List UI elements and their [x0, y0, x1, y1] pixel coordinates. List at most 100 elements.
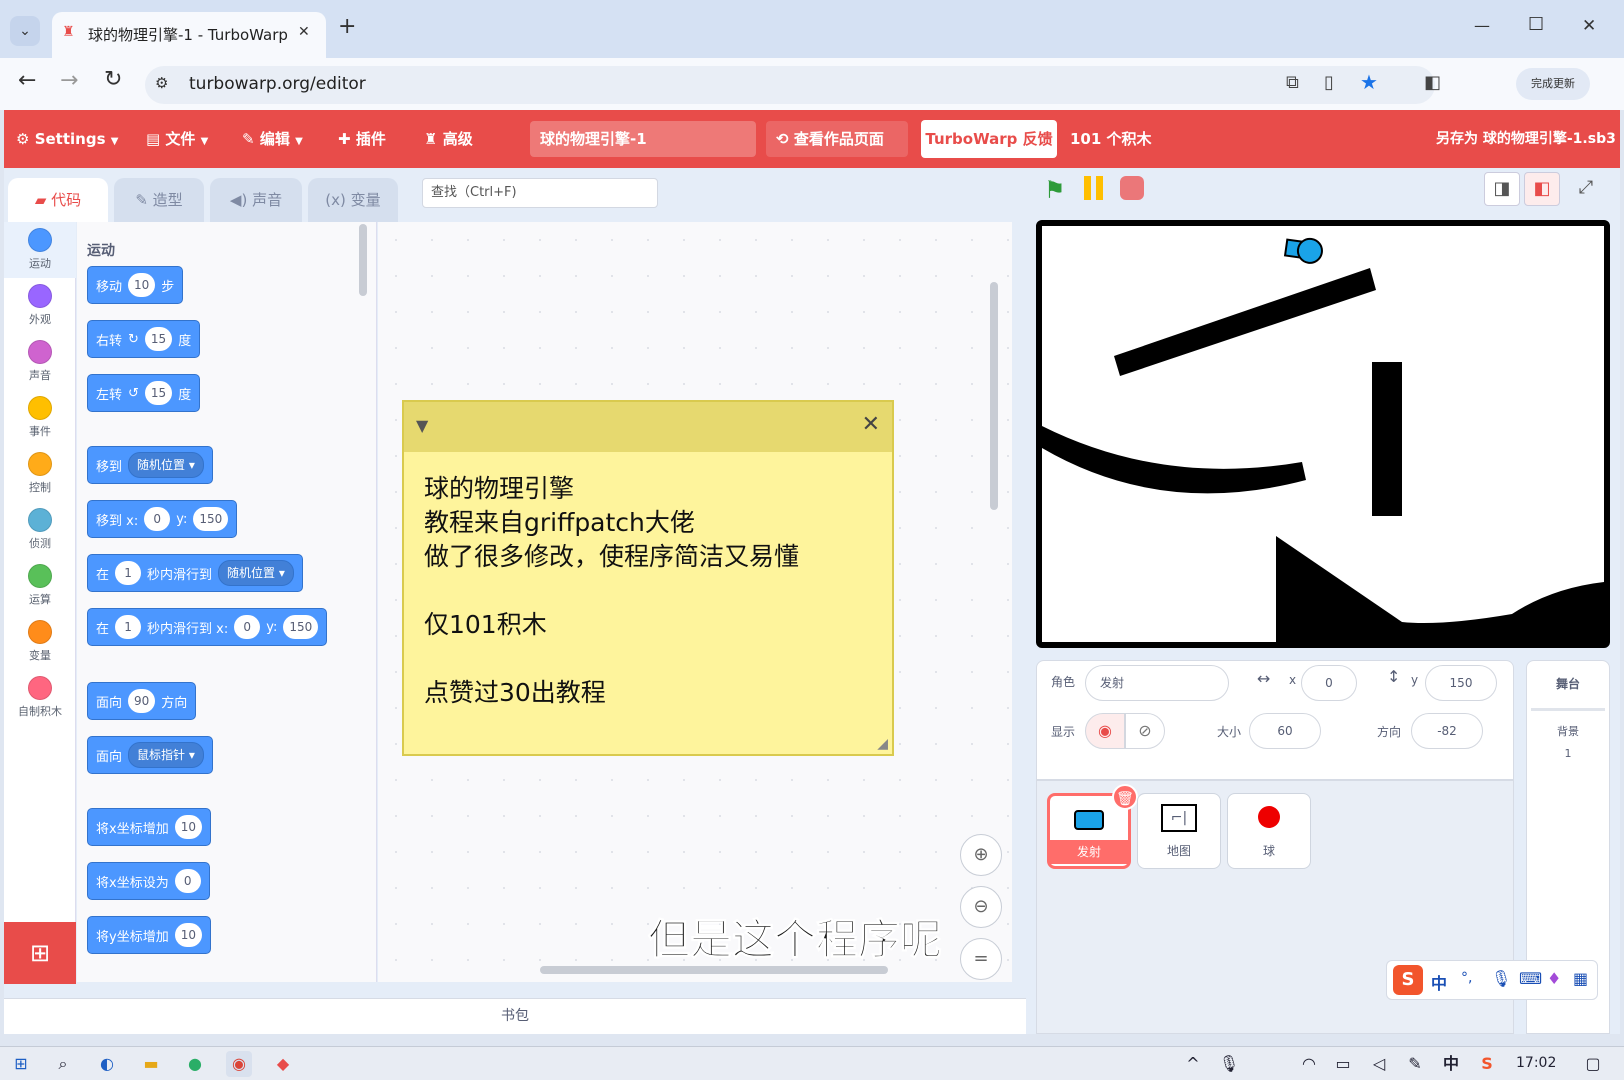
- maximize-button[interactable]: ☐: [1528, 14, 1544, 35]
- block-input[interactable]: 1: [115, 561, 142, 585]
- tab-variables[interactable]: (x) 变量: [308, 178, 398, 222]
- tab-costumes[interactable]: ✎ 造型: [114, 178, 204, 222]
- app-drop-icon[interactable]: ◆: [270, 1051, 296, 1077]
- back-icon[interactable]: ←: [18, 68, 36, 93]
- microphone-icon[interactable]: 🎙: [1491, 969, 1511, 988]
- ime-mode[interactable]: 中: [1431, 970, 1447, 994]
- block-input[interactable]: 15: [144, 327, 173, 351]
- apps-grid-icon[interactable]: ▦: [1573, 969, 1588, 988]
- settings-menu[interactable]: ⚙ Settings ▼: [16, 110, 118, 168]
- delete-sprite-icon[interactable]: 🗑: [1112, 784, 1138, 810]
- advanced-menu[interactable]: ♜ 高级: [424, 110, 473, 168]
- wechat-icon[interactable]: ●: [182, 1051, 208, 1077]
- block-input[interactable]: 90: [128, 689, 156, 713]
- palette-scrollbar[interactable]: [359, 224, 367, 296]
- profile-button[interactable]: 完成更新: [1516, 68, 1590, 100]
- keyboard-icon[interactable]: ⌨: [1519, 969, 1542, 988]
- block-goto-xy[interactable]: 移到 x: 0 y: 150: [87, 500, 238, 538]
- clock[interactable]: 17:02: [1516, 1055, 1556, 1071]
- tray-chevron-icon[interactable]: ^: [1180, 1051, 1206, 1077]
- block-turn-right[interactable]: 右转 ↻ 15 度: [87, 320, 201, 358]
- direction-input[interactable]: -82: [1411, 713, 1483, 749]
- block-input[interactable]: 150: [283, 615, 319, 639]
- folder-icon[interactable]: ▬: [138, 1051, 164, 1077]
- size-input[interactable]: 60: [1249, 713, 1321, 749]
- block-move[interactable]: 移动 10 步: [87, 266, 184, 304]
- search-icon[interactable]: ⌕: [50, 1051, 76, 1077]
- sprite-thumb-map[interactable]: ⌐| 地图: [1137, 793, 1221, 869]
- chrome-icon[interactable]: ◉: [226, 1051, 252, 1077]
- sprite-thumb-launcher[interactable]: 发射 🗑: [1047, 784, 1138, 869]
- windows-start-icon[interactable]: ⊞: [8, 1051, 34, 1077]
- stage-canvas[interactable]: [1036, 220, 1610, 648]
- backpack[interactable]: 书包: [4, 998, 1026, 1034]
- sprite-thumb-ball[interactable]: 球: [1227, 793, 1311, 869]
- tab-list-button[interactable]: ⌄: [10, 16, 40, 46]
- skin-icon[interactable]: ♦: [1547, 969, 1561, 988]
- battery-icon[interactable]: ▭: [1330, 1051, 1356, 1077]
- tab-close-button[interactable]: ✕: [298, 24, 310, 40]
- comment-note[interactable]: ▼ ✕ 球的物理引擎 教程来自griffpatch大佬 做了很多修改，使程序简洁…: [402, 400, 894, 756]
- minimize-button[interactable]: —: [1474, 16, 1490, 35]
- file-menu[interactable]: ▤ 文件 ▼: [146, 110, 208, 168]
- close-window-button[interactable]: ✕: [1582, 16, 1596, 36]
- sogou-tray-icon[interactable]: S: [1474, 1051, 1500, 1077]
- block-dropdown[interactable]: 鼠标指针 ▾: [128, 742, 204, 768]
- x-input[interactable]: 0: [1301, 665, 1357, 701]
- y-input[interactable]: 150: [1425, 665, 1497, 701]
- browser-tab[interactable]: ♜ 球的物理引擎-1 - TurboWarp ✕: [52, 12, 326, 58]
- site-info-icon[interactable]: ⚙: [155, 74, 168, 92]
- block-turn-left[interactable]: 左转 ↺ 15 度: [87, 374, 201, 412]
- block-goto[interactable]: 移到 随机位置 ▾: [87, 446, 213, 484]
- large-stage-button[interactable]: ◧: [1524, 172, 1560, 206]
- page-icon[interactable]: ▯: [1324, 72, 1334, 93]
- forward-icon[interactable]: →: [60, 68, 78, 93]
- mic-tray-icon[interactable]: 🎙: [1216, 1051, 1242, 1077]
- block-input[interactable]: 0: [174, 869, 201, 893]
- comment-header[interactable]: ▼ ✕: [404, 402, 892, 452]
- notification-icon[interactable]: ▢: [1580, 1051, 1606, 1077]
- block-dropdown[interactable]: 随机位置 ▾: [128, 452, 204, 478]
- feedback-button[interactable]: TurboWarp 反馈: [921, 120, 1057, 158]
- stop-icon[interactable]: [1120, 176, 1144, 200]
- pen-icon[interactable]: ✎: [1402, 1051, 1428, 1077]
- block-point-direction[interactable]: 面向 90 方向: [87, 682, 197, 720]
- save-as-button[interactable]: 另存为 球的物理引擎-1.sb3: [1436, 110, 1616, 168]
- reload-icon[interactable]: ↻: [104, 67, 122, 92]
- zoom-out-button[interactable]: ⊖: [960, 886, 1002, 928]
- zoom-in-button[interactable]: ⊕: [960, 834, 1002, 876]
- resize-handle-icon[interactable]: ◢: [877, 736, 888, 752]
- volume-icon[interactable]: ◁: [1366, 1051, 1392, 1077]
- block-change-x[interactable]: 将x坐标增加 10: [87, 808, 211, 846]
- comment-close-button[interactable]: ✕: [862, 412, 880, 437]
- block-glide[interactable]: 在 1 秒内滑行到 随机位置 ▾: [87, 554, 303, 592]
- show-visible-button[interactable]: ◉: [1085, 713, 1125, 749]
- collapse-icon[interactable]: ▼: [416, 416, 428, 435]
- see-project-button[interactable]: ⟲ 查看作品页面: [766, 121, 908, 157]
- block-input[interactable]: 10: [174, 815, 202, 839]
- search-input[interactable]: 查找（Ctrl+F): [422, 178, 658, 208]
- ime-punctuation[interactable]: °,: [1461, 970, 1472, 986]
- bookmark-star-icon[interactable]: ★: [1360, 70, 1378, 94]
- category-operators[interactable]: 运算: [4, 558, 76, 614]
- block-input[interactable]: 10: [128, 273, 156, 297]
- code-workspace[interactable]: ▼ ✕ 球的物理引擎 教程来自griffpatch大佬 做了很多修改，使程序简洁…: [378, 222, 1012, 982]
- fullscreen-button[interactable]: ⤢: [1568, 172, 1604, 206]
- category-sensing[interactable]: 侦测: [4, 502, 76, 558]
- block-input[interactable]: 0: [234, 615, 261, 639]
- show-hidden-button[interactable]: ⊘: [1125, 713, 1165, 749]
- block-set-x[interactable]: 将x坐标设为 0: [87, 862, 210, 900]
- block-input[interactable]: 10: [174, 923, 202, 947]
- side-panel-icon[interactable]: ◧: [1424, 72, 1441, 93]
- block-glide-xy[interactable]: 在 1 秒内滑行到 x: 0 y: 150: [87, 608, 328, 646]
- block-input[interactable]: 15: [144, 381, 173, 405]
- comment-text[interactable]: 球的物理引擎 教程来自griffpatch大佬 做了很多修改，使程序简洁又易懂 …: [404, 452, 892, 710]
- ime-toolbar[interactable]: S 中 °, 🎙 ⌨ ♦ ▦: [1386, 960, 1598, 1000]
- block-dropdown[interactable]: 随机位置 ▾: [218, 560, 294, 586]
- block-change-y[interactable]: 将y坐标增加 10: [87, 916, 211, 954]
- category-events[interactable]: 事件: [4, 390, 76, 446]
- category-variables[interactable]: 变量: [4, 614, 76, 670]
- workspace-horizontal-scrollbar[interactable]: [540, 966, 888, 974]
- edit-menu[interactable]: ✎ 编辑 ▼: [242, 110, 303, 168]
- sprite-name-input[interactable]: 发射: [1085, 665, 1229, 701]
